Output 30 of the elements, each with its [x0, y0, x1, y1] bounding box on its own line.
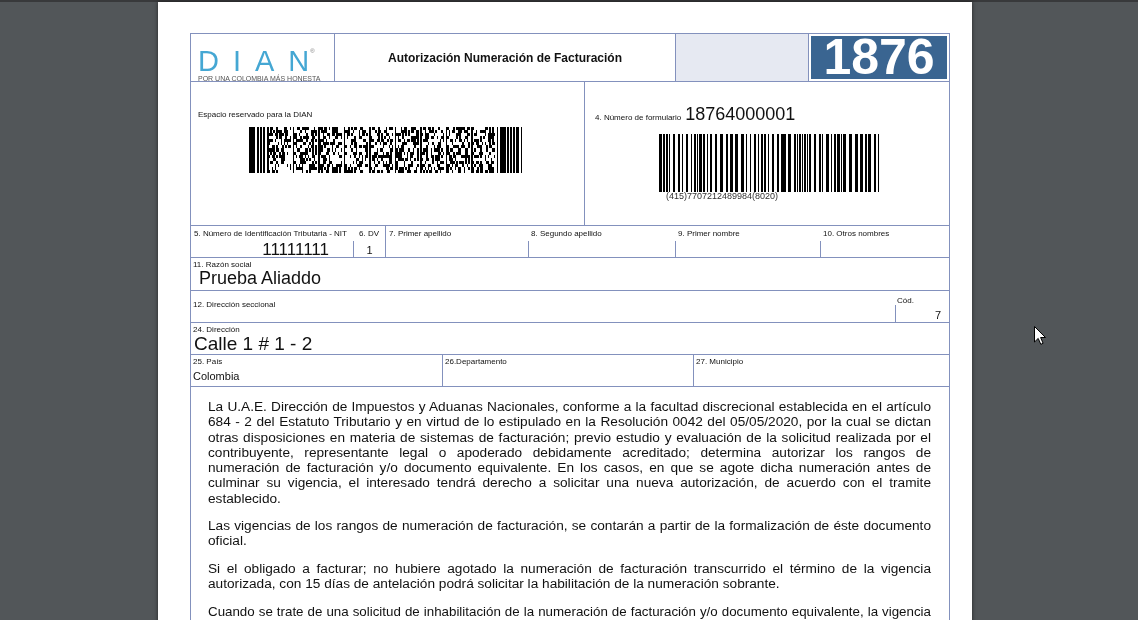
- body-paragraph: Cuando se trate de una solicitud de inhabilitación de la numeración de facturación y/o documento equivalente, la vigencia: [208, 605, 931, 620]
- field-label: 27. Municipio: [696, 357, 744, 366]
- field-label: 10. Otros nombres: [822, 228, 891, 238]
- field-label: 9. Primer nombre: [677, 228, 741, 238]
- body-paragraph: Las vigencias de los rangos de numeración de facturación, se contarán a partir de la formalización de éste documento oficial.: [208, 518, 931, 549]
- form-code: 1876: [811, 36, 947, 79]
- field-label: 4. Número de formulario: [595, 113, 682, 122]
- field-label: 12. Dirección seccional: [193, 300, 276, 309]
- field-value: 1: [366, 243, 373, 257]
- field-label: 5. Número de Identificación Tributaria - NIT: [193, 228, 348, 238]
- field-label: 25. País: [193, 357, 223, 366]
- form-number: 18764000001: [685, 104, 796, 125]
- mouse-pointer-icon: [1034, 326, 1046, 345]
- field-value: Prueba Aliaddo: [199, 268, 322, 288]
- field-label: 7. Primer apellido: [388, 228, 453, 238]
- form-title: Autorización Numeración de Facturación: [387, 50, 622, 65]
- field-label: 6. DV: [358, 228, 380, 238]
- field-label: 26.Departamento: [445, 357, 507, 366]
- field-label: 24. Dirección: [193, 325, 240, 334]
- barcode-number: (415)7707212489984(8020): [666, 191, 779, 201]
- field-label: Espacio reservado para la DIAN: [198, 110, 313, 119]
- body-paragraph: Si el obligado a facturar; no hubiere agotado la numeración de facturación transcurrido el término de la vigencia autorizada, con 15 días de antelación podrá solicitar la habilitación de la numeración sobrante.: [208, 560, 931, 592]
- field-label: Cód.: [896, 295, 914, 305]
- field-label: 11. Razón social: [193, 260, 252, 269]
- field-value: Colombia: [193, 370, 240, 383]
- field-value: Calle 1 # 1 - 2: [194, 334, 313, 354]
- field-value: 11111111: [262, 241, 329, 258]
- field-value: 7: [934, 308, 941, 322]
- field-label: 8. Segundo apellido: [530, 228, 603, 238]
- body-paragraph: La U.A.E. Dirección de Impuestos y Aduanas Nacionales, conforme a la facultad discrecional establecida en el artículo 684 - 2 del Estatuto Tributario y en virtud de lo estipulado en la Resolución 0042 del 05/05/2020, por la cual se dictan otras disposiciones en materia de sistemas de facturación; previo estudio y evaluación de la solicitud realizada por el contribuyente, representante legal o apoderado debidamente acreditado; determina autorizar los rangos de numeración de facturación y/o documento equivalente. En los casos, en que se agote dicha numeración antes de culminar su vigencia, el interesado tendrá derecho a solicitar una nueva autorización, de acuerdo con el tramite establecido.: [208, 399, 931, 507]
